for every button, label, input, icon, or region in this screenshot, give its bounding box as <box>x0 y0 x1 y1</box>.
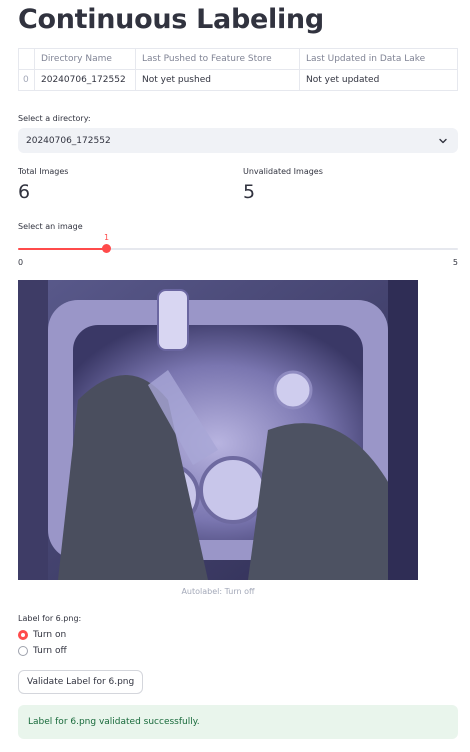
success-alert-text: Label for 6.png validated successfully. <box>28 717 200 727</box>
image-caption: Autolabel: Turn off <box>181 587 255 596</box>
table-header-index <box>18 48 35 70</box>
labeled-image <box>18 280 418 580</box>
total-images-label: Total Images <box>18 167 69 176</box>
table-header-last-updated[interactable]: Last Updated in Data Lake <box>299 48 458 70</box>
table-header-last-pushed[interactable]: Last Pushed to Feature Store <box>135 48 300 70</box>
unvalidated-images-value: 5 <box>243 181 256 203</box>
table-cell-last-updated[interactable]: Not yet updated <box>299 69 458 91</box>
validate-label-button[interactable]: Validate Label for 6.png <box>18 670 144 694</box>
table-header-directory[interactable]: Directory Name <box>34 48 136 70</box>
radio-option-turn-off[interactable]: Turn off <box>18 646 67 656</box>
table-cell-last-pushed[interactable]: Not yet pushed <box>135 69 300 91</box>
radio-option-label: Turn off <box>33 646 67 656</box>
label-radio-title: Label for 6.png: <box>18 614 82 623</box>
directory-select[interactable]: 20240706_172552 <box>18 128 458 153</box>
radio-unselected-icon[interactable] <box>18 646 28 656</box>
radio-option-turn-on[interactable]: Turn on <box>18 630 66 640</box>
total-images-value: 6 <box>18 181 31 203</box>
radio-option-label: Turn on <box>33 630 67 640</box>
image-slider-min: 0 <box>18 258 24 267</box>
sink-photo <box>18 280 418 580</box>
directory-table: Directory Name Last Pushed to Feature St… <box>18 48 458 91</box>
success-alert: Label for 6.png validated successfully. <box>18 705 458 739</box>
table-header-row: Directory Name Last Pushed to Feature St… <box>18 48 458 70</box>
directory-select-value: 20240706_172552 <box>26 135 111 146</box>
image-slider-label: Select an image <box>18 222 83 231</box>
image-slider-value: 1 <box>104 233 110 242</box>
directory-select-label: Select a directory: <box>18 114 91 123</box>
unvalidated-images-label: Unvalidated Images <box>243 167 323 176</box>
radio-selected-icon[interactable] <box>18 630 28 640</box>
image-slider-max: 5 <box>452 258 458 267</box>
page-title: Continuous Labeling <box>18 4 324 35</box>
table-cell-directory[interactable]: 20240706_172552 <box>34 69 136 91</box>
chevron-down-icon <box>439 138 447 144</box>
table-cell-index: 0 <box>18 69 35 91</box>
image-slider-thumb[interactable] <box>102 244 111 253</box>
image-slider-fill <box>18 248 106 250</box>
table-row: 0 20240706_172552 Not yet pushed Not yet… <box>18 69 458 91</box>
